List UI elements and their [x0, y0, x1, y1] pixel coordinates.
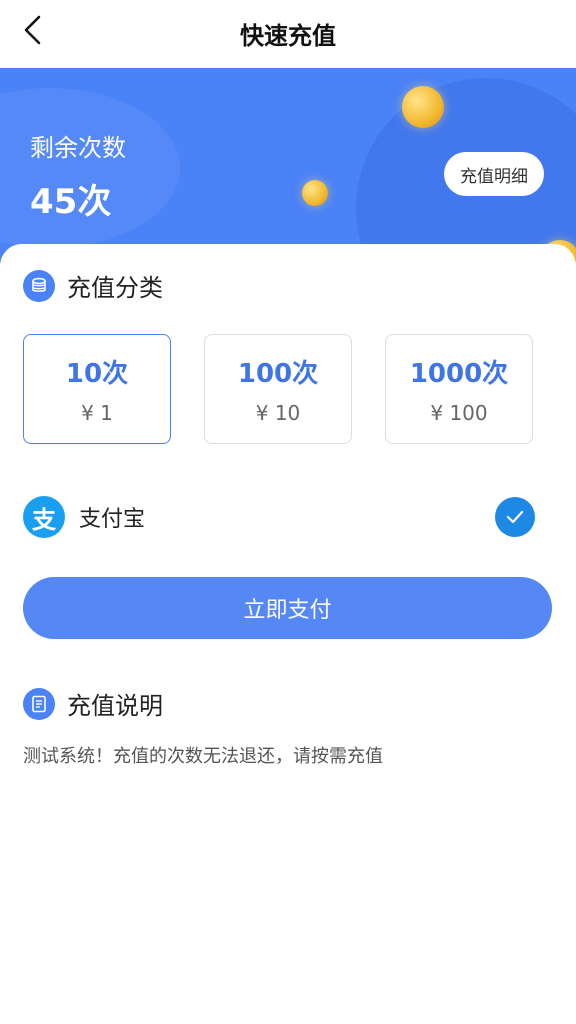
recharge-option-1000[interactable]: 1000次 ¥ 100 [385, 334, 533, 444]
recharge-notes-title: 充值说明 [67, 692, 163, 720]
balance-label: 剩余次数 [30, 134, 126, 162]
coin-stack-icon [23, 269, 55, 302]
option-price: ¥ 1 [81, 401, 113, 425]
navbar: 快速充值 [0, 0, 576, 68]
coin-decoration [302, 180, 328, 206]
option-count: 1000次 [409, 359, 509, 389]
payment-method-alipay[interactable]: 支 支付宝 [23, 496, 537, 538]
recharge-category-title: 充值分类 [67, 274, 163, 302]
option-price: ¥ 10 [255, 401, 301, 425]
recharge-option-10[interactable]: 10次 ¥ 1 [23, 334, 171, 444]
recharge-option-100[interactable]: 100次 ¥ 10 [204, 334, 352, 444]
pay-now-button[interactable]: 立即支付 [23, 577, 552, 639]
check-circle-icon[interactable] [495, 497, 535, 537]
coin-decoration [402, 86, 444, 128]
recharge-notes-text: 测试系统！充值的次数无法退还，请按需充值 [23, 746, 383, 767]
page-title: 快速充值 [240, 22, 336, 50]
document-icon [23, 687, 55, 720]
payment-method-label: 支付宝 [79, 507, 146, 532]
option-price: ¥ 100 [430, 401, 488, 425]
option-count: 10次 [65, 359, 129, 389]
balance-value: 45次 [30, 182, 112, 222]
recharge-notes-header: 充值说明 [23, 686, 163, 721]
option-count: 100次 [237, 359, 319, 389]
content-card: 充值分类 10次 ¥ 1 100次 ¥ 10 1000次 ¥ 100 支 支付宝… [0, 244, 576, 1024]
alipay-icon: 支 [23, 496, 65, 538]
recharge-category-header: 充值分类 [23, 268, 163, 303]
recharge-detail-button[interactable]: 充值明细 [444, 152, 544, 196]
banner-decoration [0, 88, 180, 248]
balance-banner: 剩余次数 45次 充值明细 [0, 68, 576, 268]
